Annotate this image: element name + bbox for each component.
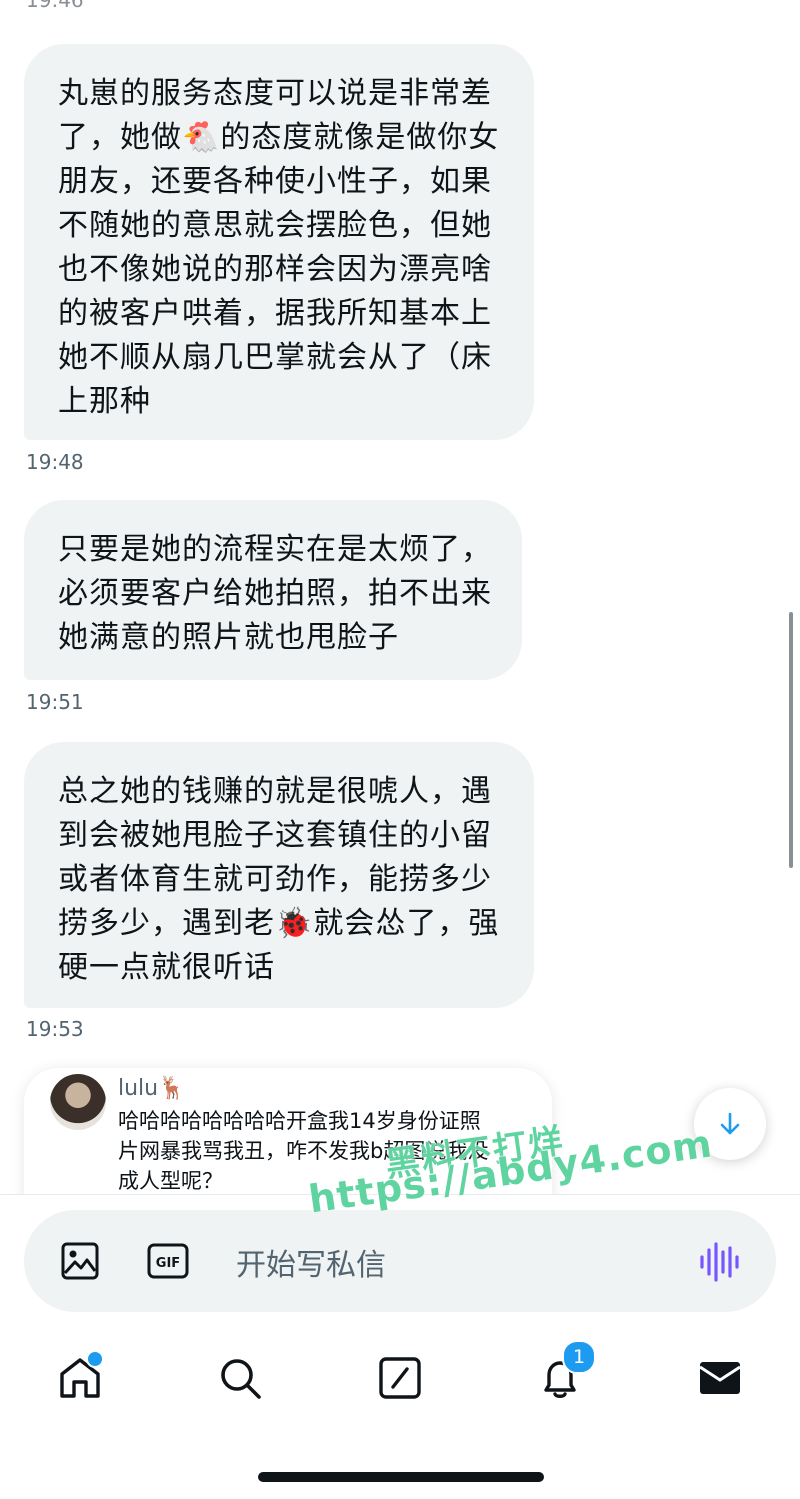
arrow-down-icon — [720, 1112, 740, 1135]
message-line: 只要是她的流程实在是太烦了， — [58, 532, 492, 567]
message-line: 朋友，还要各种使小性子，如果 — [58, 164, 492, 199]
add-gif-button[interactable]: GIF — [146, 1241, 190, 1281]
reply-author-name: lulu🦌 — [118, 1076, 186, 1101]
audio-waveform-icon — [700, 1242, 739, 1282]
nav-messages[interactable] — [696, 1354, 744, 1402]
message-timestamp: 19:46 — [26, 0, 84, 12]
message-timestamp: 19:53 — [26, 1017, 84, 1041]
envelope-icon — [699, 1362, 741, 1394]
message-line: 的被客户哄着，据我所知基本上 — [58, 296, 492, 331]
gif-label: GIF — [156, 1256, 180, 1271]
reply-line: 成人型呢？ — [118, 1169, 223, 1193]
message-timestamp: 19:48 — [26, 450, 84, 474]
message-line: 她不顺从扇几巴掌就会从了（床 — [58, 340, 492, 375]
message-line: 总之她的钱赚的就是很唬人，遇 — [58, 774, 492, 809]
home-indicator[interactable] — [258, 1472, 544, 1482]
message-line: 她满意的照片就也甩脸子 — [58, 620, 399, 655]
add-image-button[interactable] — [60, 1241, 100, 1281]
reply-preview-text: 哈哈哈哈哈哈哈哈开盒我14岁身份证照 片网暴我骂我丑，咋不发我b超图说我没 成人… — [118, 1106, 538, 1195]
voice-message-button[interactable] — [696, 1240, 740, 1284]
gif-icon: GIF — [147, 1243, 189, 1279]
scrollbar[interactable] — [789, 612, 793, 868]
image-icon — [61, 1242, 99, 1280]
message-line: 必须要客户给她拍照，拍不出来 — [58, 576, 492, 611]
message-line: 上那种 — [58, 384, 151, 419]
message-thread[interactable]: 19:46 丸崽的服务态度可以说是非常差 了，她做🐔的态度就像是做你女 朋友，还… — [0, 0, 800, 1195]
nav-home[interactable] — [56, 1350, 104, 1402]
message-line: 丸崽的服务态度可以说是非常差 — [58, 76, 492, 111]
message-bubble[interactable]: 丸崽的服务态度可以说是非常差 了，她做🐔的态度就像是做你女 朋友，还要各种使小性… — [24, 44, 534, 440]
notification-badge: 1 — [562, 1340, 596, 1374]
reply-line: 片网暴我骂我丑，咋不发我b超图说我没 — [118, 1139, 489, 1163]
reply-preview-card[interactable]: lulu🦌 哈哈哈哈哈哈哈哈开盒我14岁身份证照 片网暴我骂我丑，咋不发我b超图… — [24, 1068, 552, 1195]
grok-icon — [379, 1357, 421, 1399]
message-composer[interactable]: GIF 开始写私信 — [24, 1210, 776, 1312]
message-line: 捞多少，遇到老🐞就会怂了，强 — [58, 906, 500, 941]
message-line: 不随她的意思就会摆脸色，但她 — [58, 208, 492, 243]
message-input[interactable]: 开始写私信 — [236, 1240, 386, 1284]
message-line: 了，她做🐔的态度就像是做你女 — [58, 120, 500, 155]
reply-line: 哈哈哈哈哈哈哈哈开盒我14岁身份证照 — [118, 1109, 481, 1133]
message-timestamp: 19:51 — [26, 690, 84, 714]
message-line: 或者体育生就可劲作，能捞多少 — [58, 862, 492, 897]
nav-search[interactable] — [216, 1354, 264, 1402]
avatar — [50, 1074, 106, 1130]
message-line: 硬一点就很听话 — [58, 950, 275, 985]
message-bubble[interactable]: 只要是她的流程实在是太烦了， 必须要客户给她拍照，拍不出来 她满意的照片就也甩脸… — [24, 500, 522, 680]
bottom-navigation: 1 — [0, 1330, 800, 1430]
divider — [0, 1194, 800, 1195]
message-line: 也不像她说的那样会因为漂亮啥 — [58, 252, 492, 287]
message-line: 到会被她甩脸子这套镇住的小留 — [58, 818, 492, 853]
unread-dot — [86, 1350, 104, 1368]
scroll-to-bottom-button[interactable] — [694, 1088, 766, 1160]
search-icon — [221, 1359, 261, 1399]
nav-grok[interactable] — [376, 1354, 424, 1402]
message-bubble[interactable]: 总之她的钱赚的就是很唬人，遇 到会被她甩脸子这套镇住的小留 或者体育生就可劲作，… — [24, 742, 534, 1008]
nav-notifications[interactable]: 1 — [536, 1340, 596, 1402]
